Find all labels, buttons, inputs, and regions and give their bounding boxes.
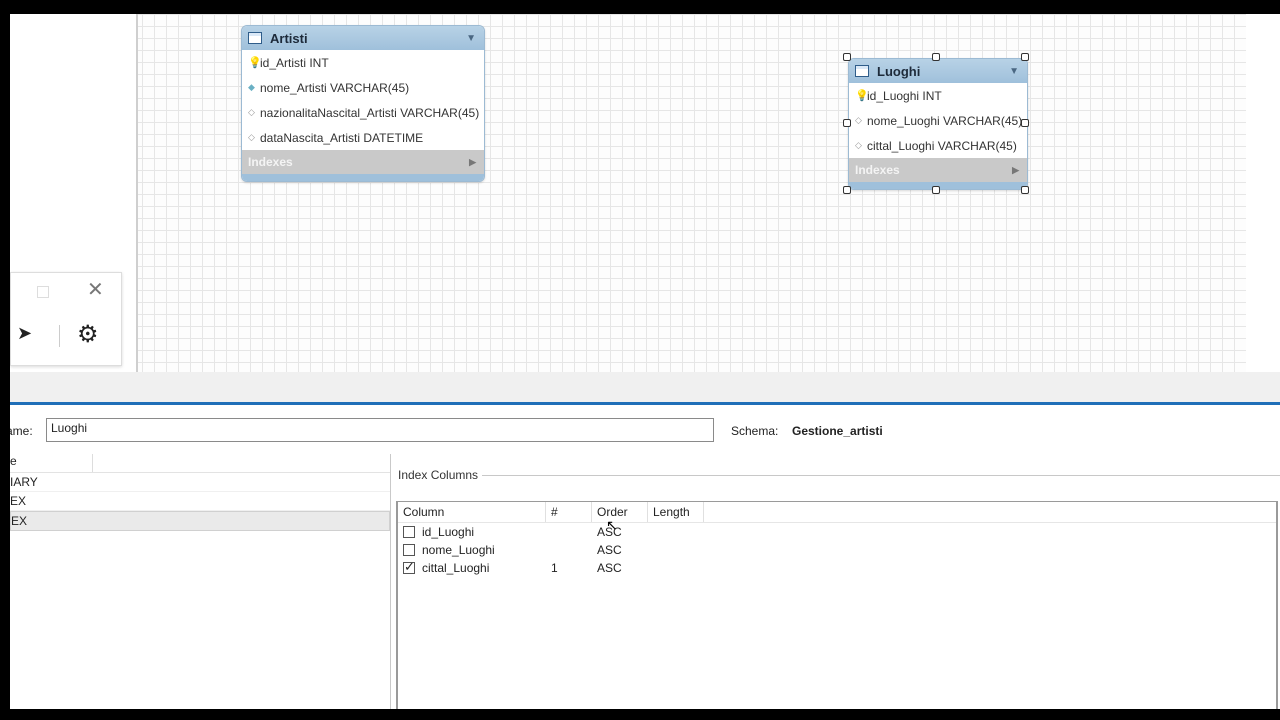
column-checkbox[interactable] — [403, 526, 415, 538]
column-number: 1 — [551, 561, 558, 575]
diamond-empty-icon: ◇ — [248, 132, 255, 142]
entity-luoghi-title: Luoghi — [877, 63, 921, 79]
diamond-empty-icon: ◇ — [855, 140, 862, 150]
column-row[interactable]: ◆ nome_Artisti VARCHAR(45) — [242, 75, 484, 100]
column-row[interactable]: ◇ dataNascita_Artisti DATETIME — [242, 125, 484, 150]
column-order[interactable]: ASC — [592, 561, 648, 575]
entity-luoghi-columns: 💡 id_Luoghi INT ◇ nome_Luoghi VARCHAR(45) … — [849, 83, 1027, 158]
canvas-margin — [1246, 14, 1280, 372]
expand-arrow-icon[interactable]: ▶ — [1012, 165, 1019, 176]
resize-handle[interactable] — [843, 186, 851, 194]
index-columns-title: Index Columns — [398, 468, 479, 482]
resize-handle[interactable] — [932, 186, 940, 194]
toolbar-divider — [59, 325, 60, 347]
column-row[interactable]: ◇ nazionalitaNascital_Artisti VARCHAR(45) — [242, 100, 484, 125]
indexes-section[interactable]: Indexes ▶ — [849, 158, 1027, 182]
column-name: nome_Luoghi — [422, 543, 495, 557]
grid-header-length[interactable]: Length — [648, 502, 704, 522]
table-editor: ame: Luoghi Schema: Gestione_artisti e I… — [6, 405, 1280, 709]
diagram-canvas[interactable]: Artisti ▼ 💡 id_Artisti INT ◆ nome_Artisti … — [10, 14, 1280, 372]
column-checkbox-checked[interactable] — [403, 559, 415, 575]
entity-luoghi[interactable]: Luoghi ▼ 💡 id_Luoghi INT ◇ nome_Luoghi VAR… — [848, 58, 1028, 190]
name-label: ame: — [6, 424, 33, 438]
screen-edge — [0, 14, 10, 709]
entity-luoghi-header[interactable]: Luoghi ▼ — [849, 59, 1027, 83]
floating-toolbar: ✕ ➤ ⚙ — [10, 272, 122, 366]
screen: Artisti ▼ 💡 id_Artisti INT ◆ nome_Artisti … — [0, 14, 1280, 709]
table-row[interactable]: id_Luoghi ASC — [398, 523, 1276, 541]
diamond-empty-icon: ◇ — [248, 107, 255, 117]
table-name-input[interactable]: Luoghi — [46, 418, 714, 442]
table-icon — [855, 65, 869, 77]
column-checkbox[interactable] — [403, 544, 415, 556]
grid-header-order[interactable]: Order — [592, 502, 648, 522]
close-icon[interactable]: ✕ — [87, 277, 104, 302]
column-label: id_Artisti INT — [260, 55, 329, 70]
column-row[interactable]: 💡 id_Artisti INT — [242, 50, 484, 75]
entity-footer — [242, 174, 484, 181]
table-row[interactable]: cittal_Luoghi 1 ASC — [398, 559, 1276, 577]
resize-handle[interactable] — [1021, 186, 1029, 194]
resize-handle[interactable] — [1021, 119, 1029, 127]
index-list-header-label: e — [10, 454, 17, 468]
resize-handle[interactable] — [843, 119, 851, 127]
entity-artisti-title: Artisti — [270, 30, 308, 46]
collapse-arrow-icon[interactable]: ▼ — [466, 33, 476, 44]
column-name: id_Luoghi — [422, 525, 475, 539]
index-list-item[interactable]: IARY — [10, 473, 390, 492]
column-name: cittal_Luoghi — [422, 561, 490, 575]
entity-artisti[interactable]: Artisti ▼ 💡 id_Artisti INT ◆ nome_Artisti … — [241, 25, 485, 182]
table-icon — [248, 32, 262, 44]
resize-handle[interactable] — [843, 53, 851, 61]
column-order[interactable]: ASC — [592, 525, 648, 539]
grid-header-number[interactable]: # — [546, 502, 592, 522]
column-label: cittal_Luoghi VARCHAR(45) — [867, 138, 1017, 153]
gear-icon[interactable]: ⚙ — [77, 320, 99, 349]
resize-handle[interactable] — [932, 53, 940, 61]
diamond-filled-icon: ◆ — [248, 82, 255, 92]
column-label: id_Luoghi INT — [867, 88, 942, 103]
diamond-empty-icon: ◇ — [855, 115, 862, 125]
index-list-item-selected[interactable]: EX — [10, 511, 390, 531]
index-columns-grid[interactable]: Column # Order Length id_Luoghi ASC nome… — [396, 501, 1278, 709]
group-divider — [482, 475, 1280, 476]
indexes-label: Indexes — [248, 155, 293, 169]
key-icon: 💡 — [855, 90, 869, 102]
schema-value: Gestione_artisti — [792, 424, 883, 438]
column-row[interactable]: ◇ nome_Luoghi VARCHAR(45) — [849, 108, 1027, 133]
cursor-audio-icon[interactable]: ➤ — [17, 323, 32, 344]
table-row[interactable]: nome_Luoghi ASC — [398, 541, 1276, 559]
column-row[interactable]: ◇ cittal_Luoghi VARCHAR(45) — [849, 133, 1027, 158]
mouse-pointer-icon: ↖ — [606, 517, 618, 533]
splitter-bar[interactable] — [10, 372, 1280, 402]
maximize-icon[interactable] — [37, 286, 49, 298]
indexes-label: Indexes — [855, 163, 900, 177]
index-list-header[interactable]: e — [10, 454, 390, 473]
entity-artisti-columns: 💡 id_Artisti INT ◆ nome_Artisti VARCHAR(45… — [242, 50, 484, 150]
column-order[interactable]: ASC — [592, 543, 648, 557]
expand-arrow-icon[interactable]: ▶ — [469, 157, 476, 168]
resize-handle[interactable] — [1021, 53, 1029, 61]
key-icon: 💡 — [248, 57, 262, 69]
column-label: dataNascita_Artisti DATETIME — [260, 130, 424, 145]
entity-artisti-header[interactable]: Artisti ▼ — [242, 26, 484, 50]
column-label: nome_Artisti VARCHAR(45) — [260, 80, 410, 95]
indexes-section[interactable]: Indexes ▶ — [242, 150, 484, 174]
column-label: nazionalitaNascital_Artisti VARCHAR(45) — [260, 105, 480, 120]
column-row[interactable]: 💡 id_Luoghi INT — [849, 83, 1027, 108]
grid-header-column[interactable]: Column — [398, 502, 546, 522]
grid-header: Column # Order Length — [398, 502, 1276, 523]
schema-label: Schema: — [731, 424, 779, 438]
index-list[interactable]: e IARY EX EX — [10, 454, 391, 709]
column-label: nome_Luoghi VARCHAR(45) — [867, 113, 1023, 128]
collapse-arrow-icon[interactable]: ▼ — [1009, 66, 1019, 77]
header-divider — [92, 454, 93, 472]
index-list-item[interactable]: EX — [10, 492, 390, 511]
